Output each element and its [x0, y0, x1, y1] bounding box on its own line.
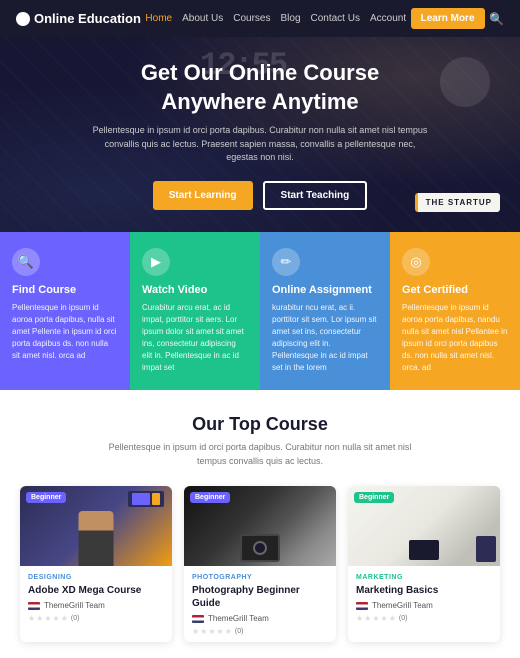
phone-device — [409, 540, 439, 560]
online-assignment-icon: ✏ — [272, 248, 300, 276]
team-name-3: ThemeGrill Team — [372, 601, 433, 610]
get-certified-icon: ◎ — [402, 248, 430, 276]
nav-about[interactable]: About Us — [182, 13, 223, 24]
course-rating-row-2: ★ ★ ★ ★ ★ (0) — [192, 627, 328, 636]
course-meta-3: ThemeGrill Team — [356, 601, 492, 610]
online-assignment-title: Online Assignment — [272, 284, 378, 296]
star-1-5: ★ — [61, 614, 68, 623]
courses-section-title: Our Top Course — [20, 414, 500, 435]
learn-more-button[interactable]: Learn More — [411, 8, 485, 29]
courses-section: Our Top Course Pellentesque in ipsum id … — [0, 390, 520, 658]
star-3-1: ★ — [356, 614, 363, 623]
course-meta-2: ThemeGrill Team — [192, 614, 328, 623]
course-badge-2: Beginner — [190, 492, 230, 503]
star-3-5: ★ — [389, 614, 396, 623]
star-3-3: ★ — [372, 614, 379, 623]
find-course-icon: 🔍 — [12, 248, 40, 276]
get-certified-title: Get Certified — [402, 284, 508, 296]
nav-blog[interactable]: Blog — [280, 13, 300, 24]
star-3-4: ★ — [381, 614, 388, 623]
star-1-1: ★ — [28, 614, 35, 623]
brand-logo-circle — [16, 12, 30, 26]
find-course-desc: Pellentesque in ipsum id aoroa porta dap… — [12, 302, 118, 362]
course-thumb-2: Beginner — [184, 486, 336, 566]
watch-video-title: Watch Video — [142, 284, 248, 296]
nav-contact[interactable]: Contact Us — [311, 13, 360, 24]
feature-find-course: 🔍 Find Course Pellentesque in ipsum id a… — [0, 232, 130, 390]
brand-name: Online Education — [34, 11, 141, 26]
camera-body — [240, 534, 280, 562]
start-learning-button[interactable]: Start Learning — [153, 181, 253, 210]
flag-icon-2 — [192, 615, 204, 623]
star-1-3: ★ — [44, 614, 51, 623]
stars-1: ★ ★ ★ ★ ★ — [28, 614, 68, 623]
features-row: 🔍 Find Course Pellentesque in ipsum id a… — [0, 232, 520, 390]
navbar: Online Education Home About Us Courses B… — [0, 0, 520, 37]
feature-watch-video: ▶ Watch Video Curabitur arcu erat, ac id… — [130, 232, 260, 390]
online-assignment-desc: kurabitur ncu erat, ac ii. porttitor sit… — [272, 302, 378, 374]
search-icon[interactable]: 🔍 — [489, 12, 504, 26]
star-2-5: ★ — [225, 627, 232, 636]
watch-video-desc: Curabitur arcu erat, ac id impat, portti… — [142, 302, 248, 374]
find-course-title: Find Course — [12, 284, 118, 296]
nav-home[interactable]: Home — [145, 13, 172, 24]
course-body-3: MARKETING Marketing Basics ThemeGrill Te… — [348, 566, 500, 629]
get-certified-desc: Pellentesque in ipsum id aoroa porta dap… — [402, 302, 508, 374]
feature-get-certified: ◎ Get Certified Pellentesque in ipsum id… — [390, 232, 520, 390]
hero-subtitle: Pellentesque in ipsum id orci porta dapi… — [90, 124, 430, 165]
star-2-1: ★ — [192, 627, 199, 636]
brand: Online Education — [16, 11, 141, 26]
start-teaching-button[interactable]: Start Teaching — [263, 181, 368, 210]
course-name-2: Photography Beginner Guide — [192, 584, 328, 610]
feature-online-assignment: ✏ Online Assignment kurabitur ncu erat, … — [260, 232, 390, 390]
star-2-4: ★ — [217, 627, 224, 636]
course-body-2: PHOTOGRAPHY Photography Beginner Guide T… — [184, 566, 336, 642]
nav-account[interactable]: Account — [370, 13, 406, 24]
hero-buttons: Start Learning Start Teaching — [90, 181, 430, 210]
star-2-2: ★ — [200, 627, 207, 636]
ui-screenshot-deco — [128, 491, 164, 507]
nav-courses[interactable]: Courses — [233, 13, 270, 24]
flag-icon-3 — [356, 602, 368, 610]
nav-links: Home About Us Courses Blog Contact Us Ac… — [145, 13, 406, 24]
notebook-deco — [476, 536, 496, 562]
course-grid: Beginner DESIGNING Adobe XD Mega Course — [20, 486, 500, 642]
camera-lens — [253, 541, 267, 555]
flag-icon-1 — [28, 602, 40, 610]
course-card-1[interactable]: Beginner DESIGNING Adobe XD Mega Course — [20, 486, 172, 642]
course-badge-3: Beginner — [354, 492, 394, 503]
course-name-1: Adobe XD Mega Course — [28, 584, 164, 597]
course-card-2[interactable]: Beginner PHOTOGRAPHY Photography Beginne… — [184, 486, 336, 642]
hero-section: 12:55 THE STARTUP Get Our Online CourseA… — [0, 37, 520, 232]
star-1-4: ★ — [53, 614, 60, 623]
stars-3: ★ ★ ★ ★ ★ — [356, 614, 396, 623]
course-name-3: Marketing Basics — [356, 584, 492, 597]
hero-title: Get Our Online CourseAnywhere Anytime — [90, 59, 430, 116]
watch-video-icon: ▶ — [142, 248, 170, 276]
rating-count-3: (0) — [399, 615, 408, 622]
rating-count-1: (0) — [71, 615, 80, 622]
hero-content: Get Our Online CourseAnywhere Anytime Pe… — [50, 59, 470, 210]
person-silhouette — [79, 511, 114, 566]
courses-section-subtitle: Pellentesque in ipsum id orci porta dapi… — [100, 441, 420, 468]
course-body-1: DESIGNING Adobe XD Mega Course ThemeGril… — [20, 566, 172, 629]
team-name-2: ThemeGrill Team — [208, 614, 269, 623]
star-2-3: ★ — [208, 627, 215, 636]
star-3-2: ★ — [364, 614, 371, 623]
rating-count-2: (0) — [235, 628, 244, 635]
stars-2: ★ ★ ★ ★ ★ — [192, 627, 232, 636]
course-thumb-3: Beginner — [348, 486, 500, 566]
course-rating-row-3: ★ ★ ★ ★ ★ (0) — [356, 614, 492, 623]
team-name-1: ThemeGrill Team — [44, 601, 105, 610]
course-card-3[interactable]: Beginner MARKETING Marketing Basics Them… — [348, 486, 500, 642]
course-meta-1: ThemeGrill Team — [28, 601, 164, 610]
star-1-2: ★ — [36, 614, 43, 623]
course-thumb-1: Beginner — [20, 486, 172, 566]
course-rating-row-1: ★ ★ ★ ★ ★ (0) — [28, 614, 164, 623]
course-badge-1: Beginner — [26, 492, 66, 503]
